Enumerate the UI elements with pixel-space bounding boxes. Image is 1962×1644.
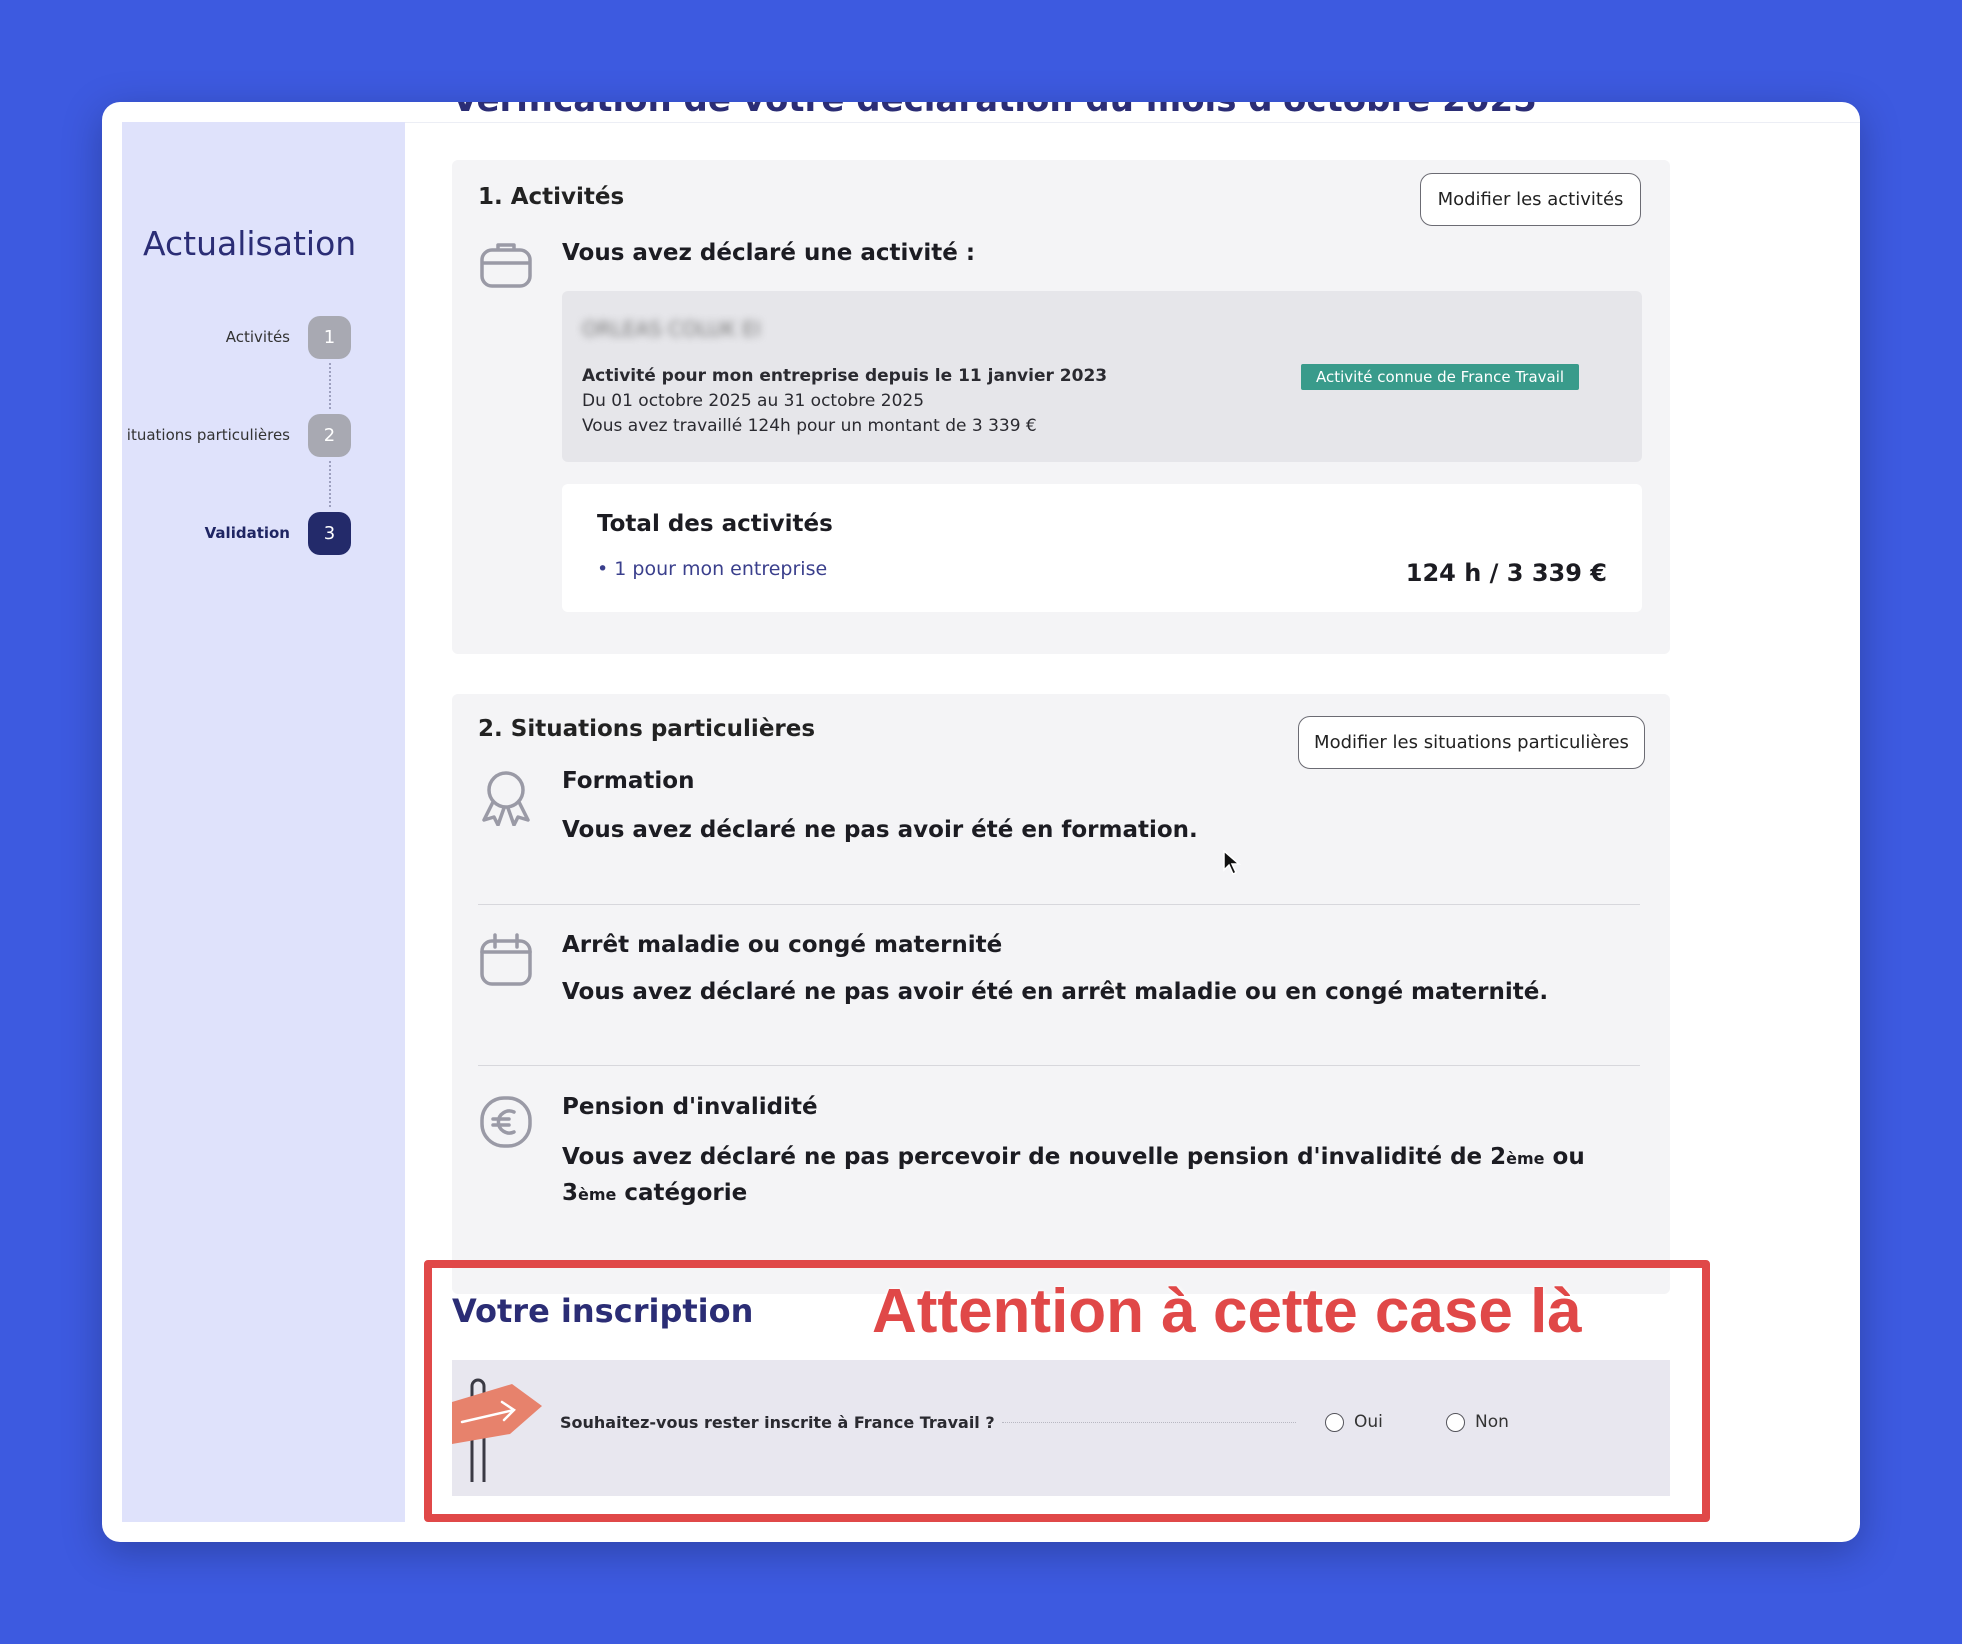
page-title: Vérification de votre déclaration du moi…: [452, 102, 1537, 120]
sidebar-title: Actualisation: [143, 224, 357, 263]
radio-oui[interactable]: Oui: [1325, 1412, 1383, 1432]
step-situations-particulieres[interactable]: ituations particulières 2: [127, 413, 351, 457]
mouse-pointer-icon: [1223, 849, 1242, 880]
divider: [478, 1065, 1640, 1066]
edit-activities-button[interactable]: Modifier les activités: [1420, 173, 1641, 226]
inscription-title: Votre inscription: [452, 1292, 754, 1330]
step-connector: [329, 461, 331, 507]
step-validation[interactable]: Validation 3: [205, 511, 351, 555]
situation-text: Vous avez déclaré ne pas percevoir de no…: [562, 1140, 1622, 1212]
inscription-question: Souhaitez-vous rester inscrite à France …: [560, 1413, 995, 1432]
header-divider: [405, 122, 1860, 123]
total-amount: 124 h / 3 339 €: [1405, 559, 1607, 587]
situation-title: Arrêt maladie ou congé maternité: [562, 932, 1003, 958]
annotation-text: Attention à cette case là: [872, 1277, 1582, 1346]
situations-card: 2. Situations particulières Modifier les…: [452, 694, 1670, 1294]
inscription-box: Souhaitez-vous rester inscrite à France …: [452, 1360, 1670, 1496]
edit-situations-button[interactable]: Modifier les situations particulières: [1298, 716, 1645, 769]
section-title: 1. Activités: [478, 184, 625, 210]
step-connector: [329, 363, 331, 409]
activities-card: 1. Activités Modifier les activités Vous…: [452, 160, 1670, 654]
superscript: ème: [578, 1185, 617, 1204]
award-ribbon-icon: [478, 768, 534, 830]
situation-text: Vous avez déclaré ne pas avoir été en fo…: [562, 817, 1198, 843]
total-item-text: 1 pour mon entreprise: [614, 558, 828, 580]
situation-text: Vous avez déclaré ne pas avoir été en ar…: [562, 979, 1549, 1005]
situation-text-part: Vous avez déclaré ne pas percevoir de no…: [562, 1144, 1507, 1170]
radio-non[interactable]: Non: [1446, 1412, 1509, 1432]
calendar-icon: [478, 932, 534, 992]
total-title: Total des activités: [597, 511, 833, 537]
radio-label: Non: [1475, 1412, 1509, 1432]
dotted-leader: [1002, 1422, 1296, 1423]
signpost-icon: [452, 1372, 548, 1488]
situation-title: Formation: [562, 768, 695, 794]
radio-button[interactable]: [1325, 1412, 1344, 1432]
radio-label: Oui: [1354, 1412, 1383, 1432]
step-label: Activités: [225, 328, 290, 346]
superscript: ème: [1506, 1149, 1545, 1168]
activities-declared-text: Vous avez déclaré une activité :: [562, 240, 976, 266]
radio-button[interactable]: [1446, 1412, 1465, 1432]
divider: [478, 904, 1640, 905]
step-number: 1: [308, 315, 351, 359]
employer-name: ORLEAS COLUK EI: [582, 317, 761, 341]
activity-description: Activité pour mon entreprise depuis le 1…: [582, 366, 1108, 386]
step-label: Validation: [204, 524, 290, 542]
total-item: • 1 pour mon entreprise: [597, 558, 828, 580]
activity-worked: Vous avez travaillé 124h pour un montant…: [582, 416, 1037, 436]
briefcase-icon: [478, 236, 534, 296]
situation-title: Pension d'invalidité: [562, 1094, 818, 1120]
situation-text-part: catégorie: [616, 1180, 748, 1206]
status-badge: Activité connue de France Travail: [1301, 364, 1580, 390]
activity-entry: ORLEAS COLUK EI Activité pour mon entrep…: [562, 291, 1642, 462]
step-number: 2: [308, 413, 351, 457]
step-label: ituations particulières: [126, 426, 290, 444]
activities-total: Total des activités • 1 pour mon entrepr…: [562, 484, 1642, 612]
section-title: 2. Situations particulières: [478, 716, 816, 742]
euro-icon: [478, 1094, 534, 1154]
step-number: 3: [308, 511, 351, 555]
sidebar: Actualisation Activités 1 ituations part…: [122, 122, 405, 1522]
step-activites[interactable]: Activités 1: [226, 315, 351, 359]
activity-period: Du 01 octobre 2025 au 31 octobre 2025: [582, 391, 925, 411]
